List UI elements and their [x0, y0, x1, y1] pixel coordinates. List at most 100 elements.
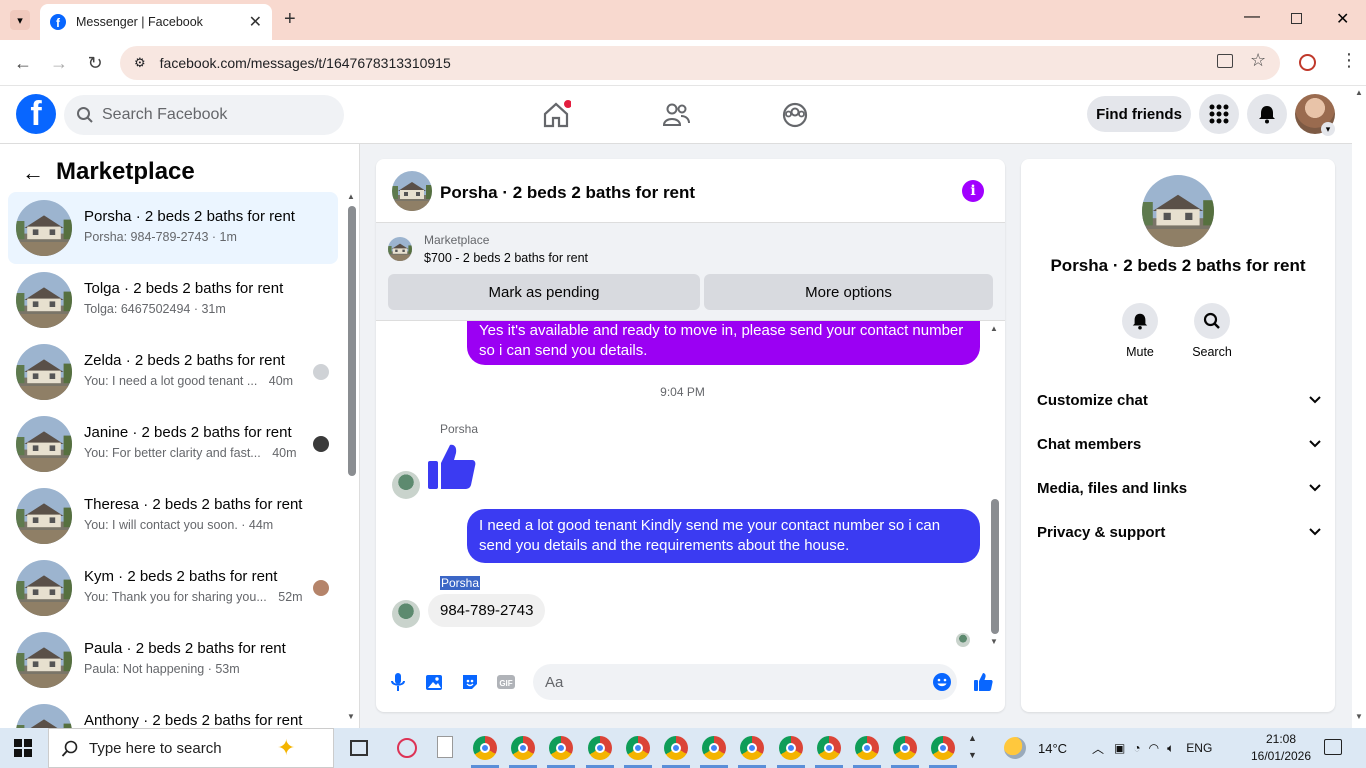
more-options-button[interactable]: More options: [704, 274, 993, 310]
restore-icon[interactable]: [1291, 13, 1302, 24]
notepad-icon[interactable]: [437, 736, 453, 758]
photo-icon[interactable]: [424, 672, 444, 692]
gif-icon[interactable]: GIF: [496, 672, 516, 692]
chrome-window-icon[interactable]: [511, 736, 536, 760]
wifi-icon[interactable]: ◠: [1149, 741, 1159, 755]
taskbar-search-input[interactable]: Type here to search ✦: [48, 728, 334, 768]
chat-scrollbar[interactable]: ▲ ▼: [990, 324, 1000, 649]
back-icon[interactable]: ←: [12, 52, 34, 74]
windows-start-icon[interactable]: [14, 739, 32, 757]
banner-listing[interactable]: $700 - 2 beds 2 baths for rent: [424, 251, 588, 265]
chrome-window-icon[interactable]: [855, 736, 879, 760]
details-listing-thumbnail[interactable]: [1142, 175, 1214, 247]
url-field[interactable]: ⚙ facebook.com/messages/t/16476783133109…: [120, 46, 1280, 80]
account-chevron-icon[interactable]: ▾: [1321, 122, 1335, 136]
back-arrow-icon[interactable]: ←: [22, 160, 44, 186]
friends-icon[interactable]: [661, 100, 691, 130]
task-view-icon[interactable]: [350, 740, 368, 756]
notification-center-icon[interactable]: [1324, 739, 1342, 755]
chrome-window-icon[interactable]: [625, 736, 650, 760]
network-icon[interactable]: ◔: [1133, 741, 1140, 755]
details-section-row[interactable]: Media, files and links: [1037, 476, 1321, 500]
chrome-window-icon[interactable]: [549, 736, 574, 760]
groups-icon[interactable]: [780, 100, 810, 130]
conversation-item[interactable]: Porsha · 2 beds 2 baths for rent Porsha: …: [8, 192, 338, 264]
chrome-window-icon[interactable]: [702, 736, 727, 760]
site-info-icon[interactable]: ⚙: [134, 55, 146, 71]
forward-icon[interactable]: →: [48, 52, 70, 74]
message-input[interactable]: Aa: [533, 664, 957, 700]
mute-button[interactable]: [1122, 303, 1158, 339]
chrome-window-icon[interactable]: [893, 736, 918, 760]
new-tab-icon[interactable]: +: [284, 8, 296, 31]
menu-grid-button[interactable]: [1199, 94, 1239, 134]
outgoing-message[interactable]: I need a lot good tenant Kindly send me …: [467, 509, 980, 563]
profile-icon[interactable]: [1299, 54, 1316, 71]
language-indicator[interactable]: ENG: [1186, 741, 1212, 755]
facebook-logo-icon[interactable]: f: [16, 94, 56, 134]
chrome-window-icon[interactable]: [816, 736, 841, 760]
scroll-up-icon[interactable]: ▲: [347, 192, 355, 201]
chat-scroll-down-icon[interactable]: ▼: [990, 637, 998, 646]
chat-scroll-up-icon[interactable]: ▲: [990, 324, 998, 333]
sidebar-scrollbar[interactable]: ▲ ▼: [346, 192, 356, 722]
chrome-window-icon[interactable]: [740, 736, 765, 760]
banner-listing-thumbnail[interactable]: [388, 237, 412, 261]
show-hidden-icons[interactable]: ︿: [1092, 740, 1104, 757]
browser-menu-icon[interactable]: ⋮: [1340, 50, 1358, 71]
chat-scroll-thumb[interactable]: [991, 499, 999, 634]
chrome-window-icon[interactable]: [587, 736, 612, 760]
mark-as-pending-button[interactable]: Mark as pending: [388, 274, 700, 310]
close-tab-icon[interactable]: ✕: [249, 12, 262, 32]
clock[interactable]: 21:08 16/01/2026: [1250, 731, 1312, 765]
conversation-item[interactable]: Kym · 2 beds 2 baths for rent You: Thank …: [8, 552, 338, 624]
sticker-icon[interactable]: [460, 672, 480, 692]
chat-title[interactable]: Porsha · 2 beds 2 baths for rent: [440, 183, 695, 203]
details-section-row[interactable]: Privacy & support: [1037, 520, 1321, 544]
search-in-chat-button[interactable]: [1194, 303, 1230, 339]
emoji-icon[interactable]: [932, 672, 952, 692]
conversation-item[interactable]: Zelda · 2 beds 2 baths for rent You: I ne…: [8, 336, 338, 408]
conversation-item[interactable]: Tolga · 2 beds 2 baths for rent Tolga: 64…: [8, 264, 338, 336]
thumbs-up-icon[interactable]: [973, 672, 993, 692]
meet-now-icon[interactable]: ▣: [1114, 741, 1125, 755]
tab-search-dropdown-icon[interactable]: ▾: [10, 10, 30, 30]
chrome-window-icon[interactable]: [473, 736, 497, 760]
facebook-search-input[interactable]: Search Facebook: [64, 95, 344, 135]
bookmark-star-icon[interactable]: ☆: [1250, 50, 1266, 71]
chat-listing-thumbnail[interactable]: [392, 171, 432, 211]
microphone-icon[interactable]: [388, 672, 408, 692]
conversation-item[interactable]: Janine · 2 beds 2 baths for rent You: For…: [8, 408, 338, 480]
snipping-tool-icon[interactable]: [397, 738, 417, 758]
page-scrollbar[interactable]: ▲ ▼: [1352, 86, 1366, 728]
page-scroll-down-icon[interactable]: ▼: [1355, 712, 1363, 721]
notifications-button[interactable]: [1247, 94, 1287, 134]
details-section-row[interactable]: Chat members: [1037, 432, 1321, 456]
chrome-window-icon[interactable]: [664, 736, 688, 760]
reload-icon[interactable]: ↻: [84, 52, 106, 74]
conversation-item[interactable]: Paula · 2 beds 2 baths for rent Paula: No…: [8, 624, 338, 696]
install-app-icon[interactable]: [1217, 54, 1233, 68]
sidebar-scroll-thumb[interactable]: [348, 206, 356, 476]
incoming-message[interactable]: 984-789-2743: [428, 594, 546, 627]
minimize-icon[interactable]: —: [1244, 8, 1260, 26]
volume-icon[interactable]: 🔈︎: [1167, 741, 1174, 756]
conversation-item[interactable]: Theresa · 2 beds 2 baths for rent You: I …: [8, 480, 338, 552]
page-scroll-up-icon[interactable]: ▲: [1355, 88, 1363, 97]
taskbar-overflow-icon[interactable]: ▲ ▼: [968, 730, 977, 764]
home-icon[interactable]: [541, 100, 571, 130]
details-section-row[interactable]: Customize chat: [1037, 388, 1321, 412]
chrome-window-icon[interactable]: [778, 736, 803, 760]
browser-tab[interactable]: f Messenger | Facebook ✕: [40, 4, 272, 40]
sender-avatar[interactable]: [392, 600, 420, 628]
close-window-icon[interactable]: ✕: [1336, 9, 1349, 29]
scroll-down-icon[interactable]: ▼: [347, 712, 355, 721]
conversation-item[interactable]: Anthony · 2 beds 2 baths for rent: [8, 696, 338, 728]
info-icon[interactable]: i: [962, 180, 984, 202]
outgoing-message[interactable]: Yes it's available and ready to move in,…: [467, 321, 980, 365]
thumbs-up-sticker-icon[interactable]: [428, 443, 476, 491]
chrome-window-icon[interactable]: [931, 736, 956, 760]
sender-avatar[interactable]: [392, 471, 420, 499]
find-friends-button[interactable]: Find friends: [1087, 96, 1191, 132]
weather-widget[interactable]: 14°C: [1004, 728, 1067, 768]
